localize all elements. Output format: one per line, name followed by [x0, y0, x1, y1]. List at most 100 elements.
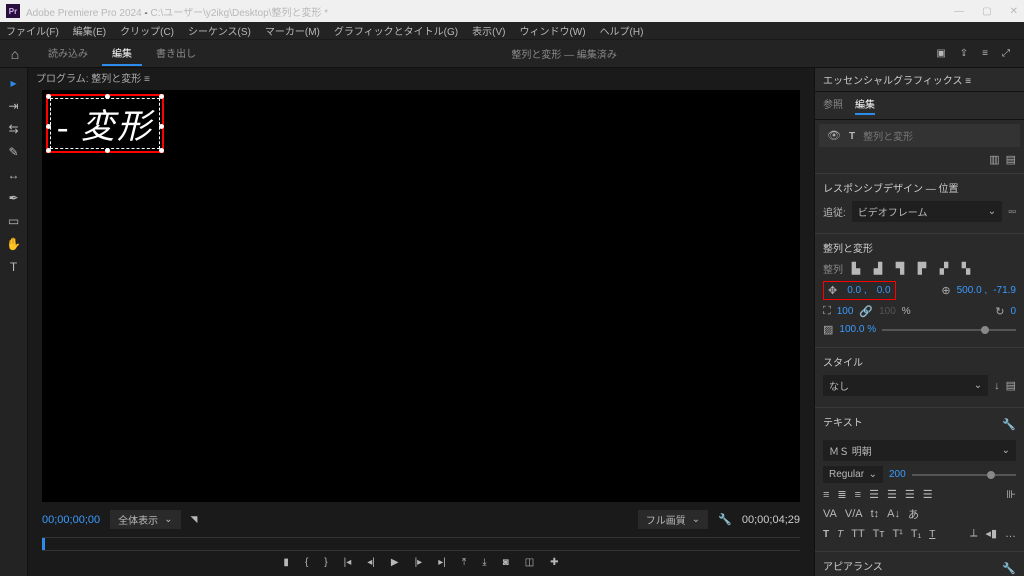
scale-w[interactable]: 100 — [837, 306, 854, 317]
hand-tool-icon[interactable]: ✋ — [6, 237, 21, 251]
rotation[interactable]: 0 — [1010, 306, 1016, 317]
track-select-tool-icon[interactable]: ⇥ — [8, 99, 18, 113]
text-layer-highlight[interactable]: - 変形 — [46, 94, 164, 153]
layer-row[interactable]: 👁 T 整列と変形 — [819, 124, 1020, 147]
align-center-text-icon[interactable]: ≣ — [837, 488, 846, 501]
justify-last-center-icon[interactable]: ☰ — [905, 488, 915, 501]
home-button[interactable]: ⌂ — [0, 46, 30, 62]
smallcaps-icon[interactable]: Tᴛ — [873, 528, 885, 540]
style-select[interactable]: なし⌄ — [823, 375, 988, 396]
go-in-icon[interactable]: |◂ — [344, 557, 352, 568]
underline-icon[interactable]: T — [929, 528, 935, 540]
font-select[interactable]: ＭＳ 明朝⌄ — [823, 440, 1016, 461]
anchor-y[interactable]: -71.9 — [993, 285, 1016, 296]
ruby-icon[interactable]: … — [1005, 528, 1016, 540]
push-style-icon[interactable]: ↓ — [994, 380, 1000, 392]
go-out-icon[interactable]: ▸| — [438, 557, 446, 568]
kerning-icon[interactable]: V/A — [845, 508, 863, 520]
slip-tool-icon[interactable]: ↔ — [8, 168, 20, 182]
menu-sequence[interactable]: シーケンス(S) — [188, 23, 251, 38]
workspace-menu-icon[interactable]: ≡ — [982, 48, 988, 59]
faux-bold-icon[interactable]: T — [823, 528, 829, 540]
rotate-icon[interactable]: ↻ — [995, 305, 1004, 318]
follow-select[interactable]: ビデオフレーム⌄ — [852, 201, 1002, 222]
tab-edit-panel[interactable]: 編集 — [855, 96, 875, 115]
size-slider[interactable] — [912, 474, 1016, 476]
menu-window[interactable]: ウィンドウ(W) — [519, 23, 585, 38]
settings-icon[interactable]: 🔧 — [718, 513, 732, 526]
play-icon[interactable]: ▶ — [391, 557, 399, 568]
maximize-button[interactable]: ▢ — [982, 6, 991, 17]
tsume-icon[interactable]: あ — [908, 506, 919, 522]
selection-tool-icon[interactable]: ▸ — [10, 76, 16, 90]
opacity-slider[interactable] — [882, 329, 1016, 331]
align-vcenter-icon[interactable]: ▞ — [937, 263, 951, 275]
add-marker-icon[interactable]: ▮ — [283, 557, 289, 568]
program-viewer[interactable]: - 変形 — [42, 90, 800, 502]
align-hcenter-icon[interactable]: ▟ — [871, 263, 885, 275]
zoom-select[interactable]: 全体表示⌄ — [110, 510, 180, 529]
menu-view[interactable]: 表示(V) — [472, 23, 505, 38]
tab-edit[interactable]: 編集 — [102, 41, 142, 66]
leading-icon[interactable]: t↕ — [871, 508, 880, 520]
faux-italic-icon[interactable]: T — [837, 528, 843, 540]
quality-select[interactable]: フル画質⌄ — [638, 510, 708, 529]
allcaps-icon[interactable]: TT — [851, 528, 864, 540]
fullscreen-icon[interactable]: ⤢ — [1002, 48, 1010, 59]
font-size[interactable]: 200 — [889, 469, 906, 480]
button-editor-icon[interactable]: ✚ — [550, 557, 558, 568]
tab-export[interactable]: 書き出し — [146, 41, 206, 66]
menu-file[interactable]: ファイル(F) — [6, 23, 59, 38]
anchor-icon[interactable]: ⊕ — [941, 284, 950, 297]
tab-browse[interactable]: 参照 — [823, 96, 843, 115]
indent-icon[interactable]: ⊪ — [1006, 488, 1016, 501]
pen-tool-icon[interactable]: ✒ — [8, 191, 18, 205]
position-icon[interactable]: ✥ — [828, 284, 837, 297]
timecode-left[interactable]: 00;00;00;00 — [42, 514, 100, 526]
align-left-icon[interactable]: ▙ — [849, 263, 863, 275]
pos-x[interactable]: 0.0 , — [847, 285, 866, 296]
menu-edit[interactable]: 編集(E) — [73, 23, 106, 38]
pos-y[interactable]: 0.0 — [877, 285, 891, 296]
opacity[interactable]: 100.0 % — [839, 324, 876, 335]
align-bottom-icon[interactable]: ▚ — [959, 263, 973, 275]
align-top-icon[interactable]: ▛ — [915, 263, 929, 275]
ripple-tool-icon[interactable]: ⇆ — [8, 122, 18, 136]
wrench-icon[interactable]: 🔧 — [1002, 418, 1016, 431]
justify-last-left-icon[interactable]: ☰ — [887, 488, 897, 501]
tracking-icon[interactable]: VA — [823, 508, 837, 520]
step-fwd-icon[interactable]: |▸ — [415, 557, 423, 568]
menu-clip[interactable]: クリップ(C) — [120, 23, 174, 38]
export-frame-icon[interactable]: ◙ — [503, 557, 509, 568]
quick-export-icon[interactable]: ▣ — [936, 48, 945, 59]
compare-icon[interactable]: ◫ — [525, 557, 534, 568]
pin-icon[interactable]: ▫▫ — [1008, 206, 1016, 218]
share-icon[interactable]: ⇪ — [960, 48, 968, 59]
tab-import[interactable]: 読み込み — [38, 41, 98, 66]
baseline-icon[interactable]: A↓ — [887, 508, 900, 520]
wrench2-icon[interactable]: 🔧 — [1002, 562, 1016, 575]
menu-marker[interactable]: マーカー(M) — [265, 23, 320, 38]
align-left-text-icon[interactable]: ≡ — [823, 489, 829, 501]
align-right-icon[interactable]: ▜ — [893, 263, 907, 275]
time-ruler[interactable] — [42, 537, 800, 551]
rectangle-tool-icon[interactable]: ▭ — [8, 214, 19, 228]
layer-name[interactable]: 整列と変形 — [863, 128, 913, 143]
menu-graphics[interactable]: グラフィックとタイトル(G) — [334, 23, 458, 38]
superscript-icon[interactable]: T¹ — [892, 528, 902, 540]
lift-icon[interactable]: ⤒ — [462, 557, 466, 568]
link-icon[interactable]: 🔗 — [859, 305, 873, 318]
subscript-icon[interactable]: T₁ — [911, 528, 921, 540]
weight-select[interactable]: Regular⌄ — [823, 466, 883, 483]
step-back-icon[interactable]: ◂| — [367, 557, 375, 568]
scale-icon[interactable]: ⛶ — [823, 305, 831, 318]
new-group-icon[interactable]: ▥ — [989, 153, 999, 166]
mark-out-icon[interactable]: } — [324, 557, 327, 568]
save-style-icon[interactable]: ▤ — [1006, 379, 1016, 392]
menu-help[interactable]: ヘルプ(H) — [600, 23, 644, 38]
rtl-icon[interactable]: ◂▮ — [985, 527, 997, 540]
new-layer-icon[interactable]: ▤ — [1006, 153, 1016, 166]
minimize-button[interactable]: — — [954, 6, 964, 17]
type-tool-icon[interactable]: T — [10, 260, 17, 274]
close-button[interactable]: ✕ — [1010, 6, 1018, 17]
